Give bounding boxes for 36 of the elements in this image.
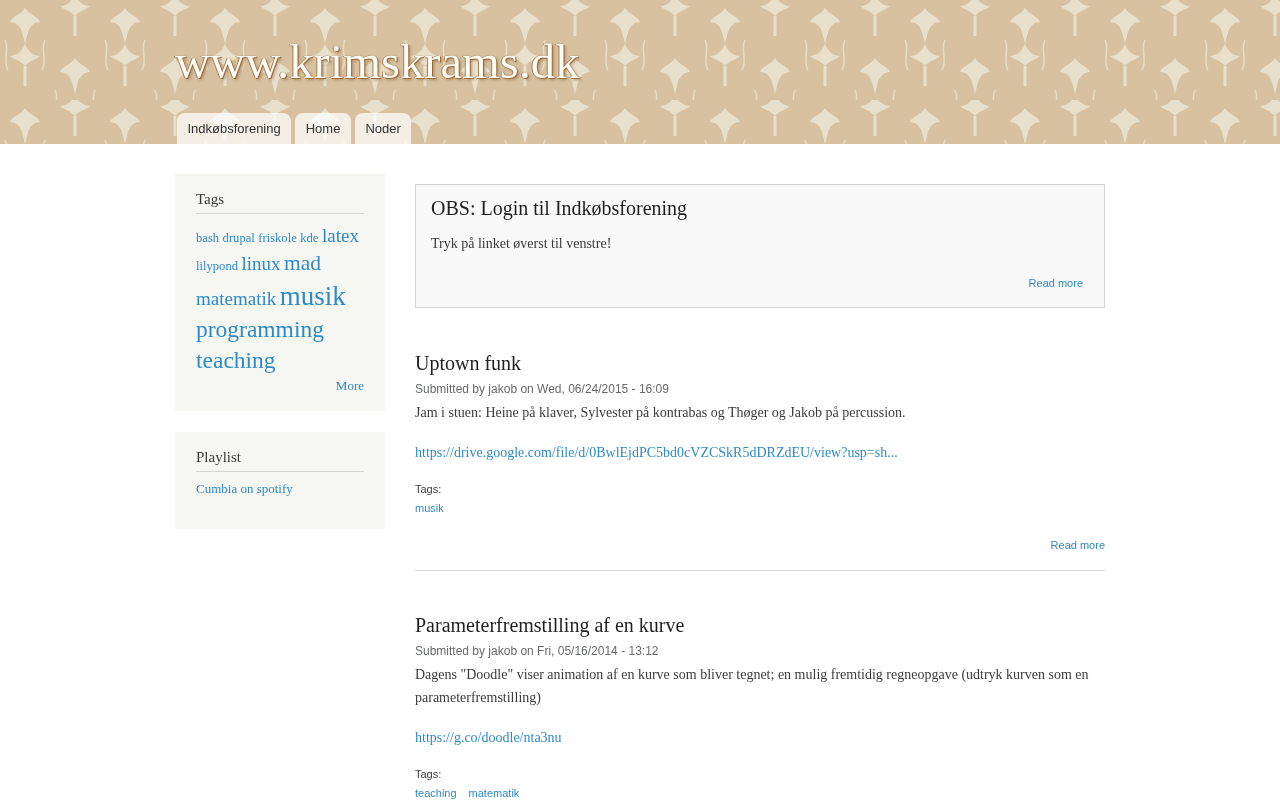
tag-link[interactable]: drupal xyxy=(222,231,255,247)
nav-tab[interactable]: Noder xyxy=(354,113,412,144)
post-body: Tryk på linket øverst til venstre! xyxy=(431,235,613,253)
read-more-link[interactable]: Read more xyxy=(1028,275,1083,291)
block-title: Tags xyxy=(196,189,364,214)
tag-link[interactable]: kde xyxy=(300,231,319,247)
tag-link[interactable]: musik xyxy=(279,279,346,312)
submitted-info: Submitted by jakob on Fri, 05/16/2014 - 13:12 xyxy=(415,643,660,660)
tags-label: Tags: xyxy=(415,482,443,497)
tag-link[interactable]: matematik xyxy=(196,287,277,311)
tag-link[interactable]: lilypond xyxy=(196,258,238,274)
tag-link[interactable]: teaching xyxy=(415,785,457,800)
tag-link[interactable]: mad xyxy=(284,250,322,277)
post-link[interactable]: https://drive.google.com/file/d/0BwlEjdPC5bd0cVZCSkR5dDRZdEU/view?usp=sh... xyxy=(415,442,898,464)
tag-link[interactable]: programming xyxy=(196,315,324,344)
tag-link[interactable]: linux xyxy=(241,252,281,276)
more-link[interactable]: More xyxy=(335,376,364,396)
playlist-link[interactable]: Cumbia on spotify xyxy=(196,479,293,499)
tags-label: Tags: xyxy=(415,767,443,782)
tag-link[interactable]: friskole xyxy=(258,231,297,247)
post-title[interactable]: Uptown funk xyxy=(415,350,1105,376)
nav-tab[interactable]: Home xyxy=(295,113,351,144)
nav-tab[interactable]: Indkøbsforening xyxy=(177,113,292,144)
tag-link[interactable]: teaching xyxy=(196,346,276,375)
tag-link[interactable]: latex xyxy=(321,225,359,248)
post-title[interactable]: OBS: Login til Indkøbsforening xyxy=(431,195,1083,221)
tag-link[interactable]: bash xyxy=(196,231,220,247)
block-title: Playlist xyxy=(196,447,364,473)
post-body: Jam i stuen: Heine på klaver, Sylvester på kontrabas og Thøger og Jakob på percussion. xyxy=(415,404,907,422)
post-title[interactable]: Parameterfremstilling af en kurve xyxy=(415,612,1105,638)
post-link[interactable]: https://g.co/doodle/nta3nu xyxy=(415,727,562,749)
submitted-info: Submitted by jakob on Wed, 06/24/2015 - 16:09 xyxy=(415,381,670,398)
read-more-link[interactable]: Read more xyxy=(1050,537,1105,553)
post-body: Dagens "Doodle" viser animation af en kurve som bliver tegnet; en mulig fremtidig regneopgave (udtryk kurven som en parameterfremstilling) xyxy=(415,666,1090,707)
tag-link[interactable]: matematik xyxy=(468,785,520,800)
tag-link[interactable]: musik xyxy=(415,500,444,516)
